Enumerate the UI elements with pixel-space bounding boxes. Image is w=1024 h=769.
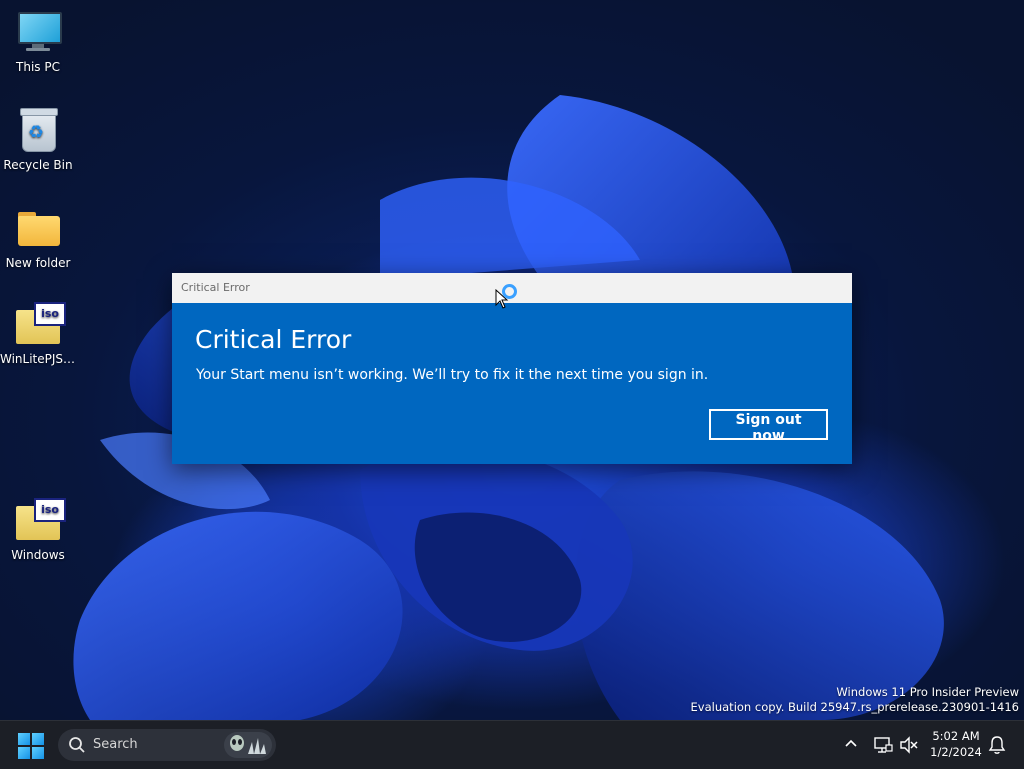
taskbar-search-box[interactable]: Search — [58, 729, 276, 761]
taskbar-clock[interactable]: 5:02 AM 1/2/2024 — [926, 728, 986, 760]
computer-icon — [14, 8, 62, 56]
iso-file-icon: iso — [14, 496, 66, 544]
recycle-bin-icon: ♻ — [14, 106, 62, 154]
desktop-icon-label: Windows — [11, 548, 65, 562]
clock-time: 5:02 AM — [932, 729, 980, 743]
desktop-icon-label: This PC — [16, 60, 60, 74]
desktop: This PC ♻ Recycle Bin New folder iso Win… — [0, 0, 1024, 720]
desktop-icon-label: WinLitePJSK... — [0, 352, 76, 366]
clock-date: 1/2/2024 — [930, 745, 982, 759]
network-icon[interactable] — [873, 735, 893, 755]
dialog-heading: Critical Error — [195, 325, 352, 354]
watermark-line-build: Evaluation copy. Build 25947.rs_prerelea… — [690, 700, 1019, 714]
watermark-line-edition: Windows 11 Pro Insider Preview — [836, 685, 1019, 699]
dialog-body: Critical Error Your Start menu isn’t wor… — [172, 303, 852, 464]
chevron-up-icon[interactable] — [842, 735, 860, 753]
search-icon — [69, 737, 85, 753]
iso-file-icon: iso — [14, 300, 66, 348]
taskbar: Search 5:02 AM 1/2/2024 — [0, 720, 1024, 769]
desktop-icon-windows[interactable]: iso Windows — [0, 496, 76, 562]
search-highlight-icon — [224, 732, 272, 758]
start-button[interactable] — [18, 733, 44, 759]
volume-muted-icon[interactable] — [899, 735, 919, 755]
iso-badge: iso — [34, 498, 66, 522]
search-placeholder: Search — [93, 737, 138, 752]
desktop-icon-new-folder[interactable]: New folder — [0, 204, 76, 270]
desktop-icon-label: Recycle Bin — [3, 158, 73, 172]
desktop-icon-winlitepjsk[interactable]: iso WinLitePJSK... — [0, 300, 76, 366]
sign-out-now-button[interactable]: Sign out now — [709, 409, 828, 444]
evaluation-watermark: Windows 11 Pro Insider Preview Evaluatio… — [691, 685, 1019, 715]
busy-spinner-icon — [502, 284, 517, 299]
critical-error-dialog: Critical Error Critical Error Your Start… — [172, 273, 852, 464]
notification-bell-icon[interactable] — [988, 735, 1006, 755]
desktop-icon-recycle-bin[interactable]: ♻ Recycle Bin — [0, 106, 76, 172]
folder-icon — [14, 204, 62, 252]
iso-badge: iso — [34, 302, 66, 326]
dialog-message: Your Start menu isn’t working. We’ll try… — [196, 367, 709, 383]
desktop-icon-label: New folder — [5, 256, 71, 270]
desktop-icon-this-pc[interactable]: This PC — [0, 8, 76, 74]
